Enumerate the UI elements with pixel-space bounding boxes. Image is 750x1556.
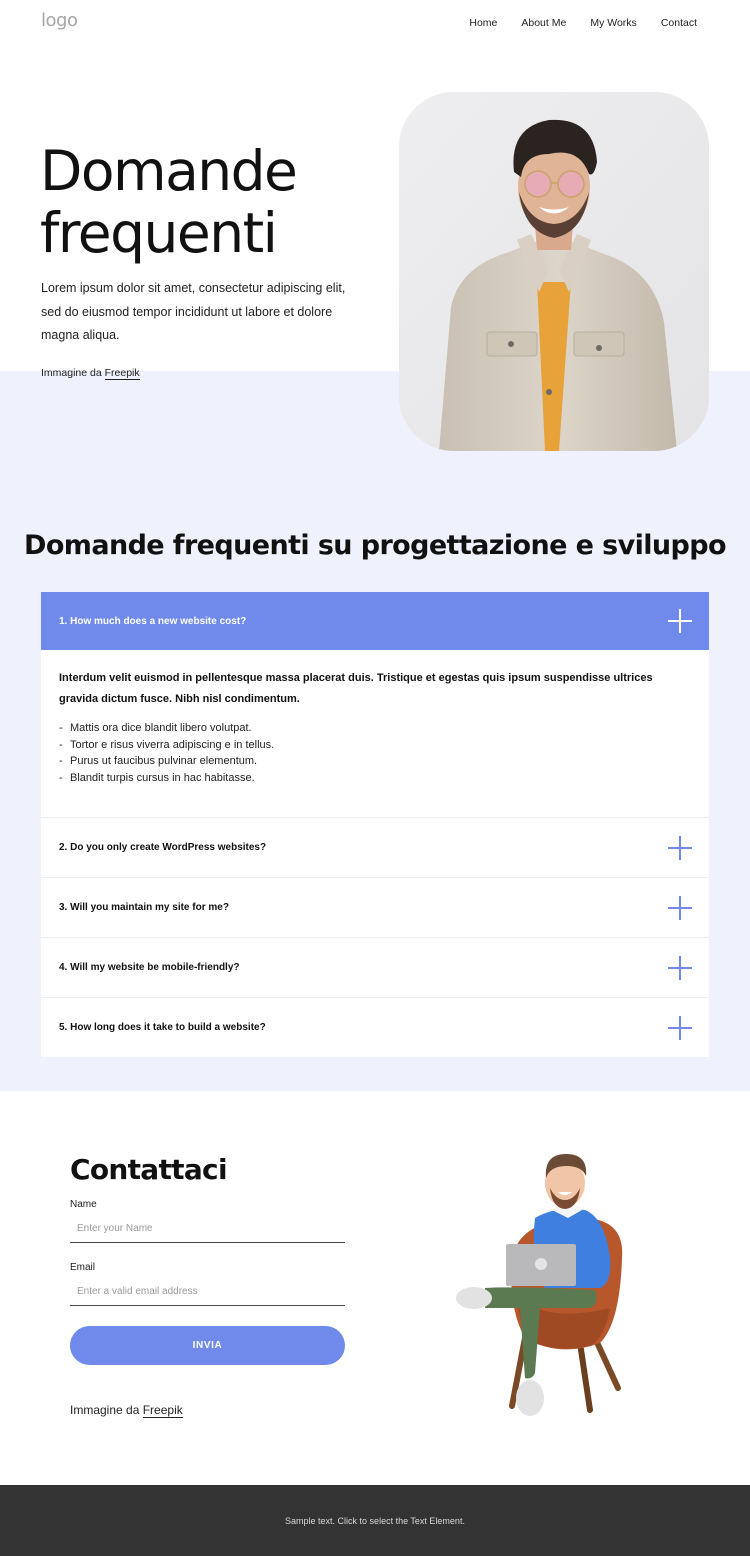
plus-icon[interactable] — [668, 835, 692, 860]
faq-question-text: 4. Will my website be mobile-friendly? — [59, 962, 240, 973]
faq-item-5: 5. How long does it take to build a webs… — [41, 998, 709, 1057]
nav-about-me[interactable]: About Me — [521, 17, 566, 29]
hero-description: Lorem ipsum dolor sit amet, consectetur … — [41, 281, 346, 342]
plus-icon[interactable] — [668, 895, 692, 920]
hero-photo — [399, 92, 709, 451]
name-input[interactable] — [70, 1215, 345, 1243]
faq-answer-list: Mattis ora dice blandit libero volutpat.… — [59, 720, 691, 786]
credit-prefix: Immagine da — [41, 367, 102, 379]
contact-illustration — [450, 1148, 640, 1426]
list-item: Blandit turpis cursus in hac habitasse. — [59, 770, 691, 787]
hero-title-line2: frequenti — [40, 201, 278, 265]
list-item: Tortor e risus viverra adipiscing e in t… — [59, 737, 691, 754]
plus-icon[interactable] — [668, 955, 692, 980]
nav-contact[interactable]: Contact — [661, 17, 697, 29]
faq-question-text: 2. Do you only create WordPress websites… — [59, 842, 267, 853]
hero-title-line1: Domande — [40, 139, 298, 203]
credit-prefix: Immagine da — [70, 1403, 140, 1417]
email-label: Email — [70, 1262, 96, 1273]
faq-item-3: 3. Will you maintain my site for me? — [41, 878, 709, 938]
faq-question-text: 5. How long does it take to build a webs… — [59, 1022, 266, 1033]
faq-answer-lead: Interdum velit euismod in pellentesque m… — [59, 672, 653, 705]
man-with-laptop-illustration — [456, 1154, 623, 1416]
faq-question-1-toggle[interactable]: 1. How much does a new website cost? — [41, 592, 709, 650]
hero-title: Domande frequenti — [40, 139, 298, 265]
faq-item-2: 2. Do you only create WordPress websites… — [41, 818, 709, 878]
freepik-link[interactable]: Freepik — [142, 1403, 183, 1418]
faq-question-2-toggle[interactable]: 2. Do you only create WordPress websites… — [41, 818, 709, 877]
contact-image-credit: Immagine da Freepik — [70, 1403, 183, 1418]
plus-icon[interactable] — [668, 609, 692, 633]
list-item: Mattis ora dice blandit libero volutpat. — [59, 720, 691, 737]
faq-accordion: 1. How much does a new website cost? Int… — [41, 592, 709, 1057]
faq-question-4-toggle[interactable]: 4. Will my website be mobile-friendly? — [41, 938, 709, 997]
man-photo-illustration — [399, 92, 709, 451]
name-label: Name — [70, 1199, 97, 1210]
footer-text[interactable]: Sample text. Click to select the Text El… — [285, 1516, 465, 1526]
faq-question-text: 3. Will you maintain my site for me? — [59, 902, 229, 913]
list-item: Purus ut faucibus pulvinar elementum. — [59, 753, 691, 770]
nav-my-works[interactable]: My Works — [590, 17, 636, 29]
faq-item-1: 1. How much does a new website cost? Int… — [41, 592, 709, 818]
site-footer: Sample text. Click to select the Text El… — [0, 1485, 750, 1556]
plus-icon[interactable] — [668, 1015, 692, 1040]
faq-question-3-toggle[interactable]: 3. Will you maintain my site for me? — [41, 878, 709, 937]
email-input[interactable] — [70, 1278, 345, 1306]
logo[interactable]: logo — [41, 10, 78, 31]
main-nav: Home About Me My Works Contact — [445, 17, 697, 29]
faq-section-title: Domande frequenti su progettazione e svi… — [24, 530, 727, 561]
faq-answer-1: Interdum velit euismod in pellentesque m… — [41, 650, 709, 817]
submit-button[interactable]: INVIA — [70, 1326, 345, 1365]
faq-question-5-toggle[interactable]: 5. How long does it take to build a webs… — [41, 998, 709, 1057]
freepik-link[interactable]: Freepik — [104, 367, 140, 380]
faq-question-text: 1. How much does a new website cost? — [59, 615, 247, 627]
site-header: logo Home About Me My Works Contact — [0, 0, 750, 48]
contact-title: Contattaci — [70, 1153, 228, 1186]
hero-image-credit: Immagine da Freepik — [41, 367, 140, 380]
faq-item-4: 4. Will my website be mobile-friendly? — [41, 938, 709, 998]
nav-home[interactable]: Home — [469, 17, 497, 29]
